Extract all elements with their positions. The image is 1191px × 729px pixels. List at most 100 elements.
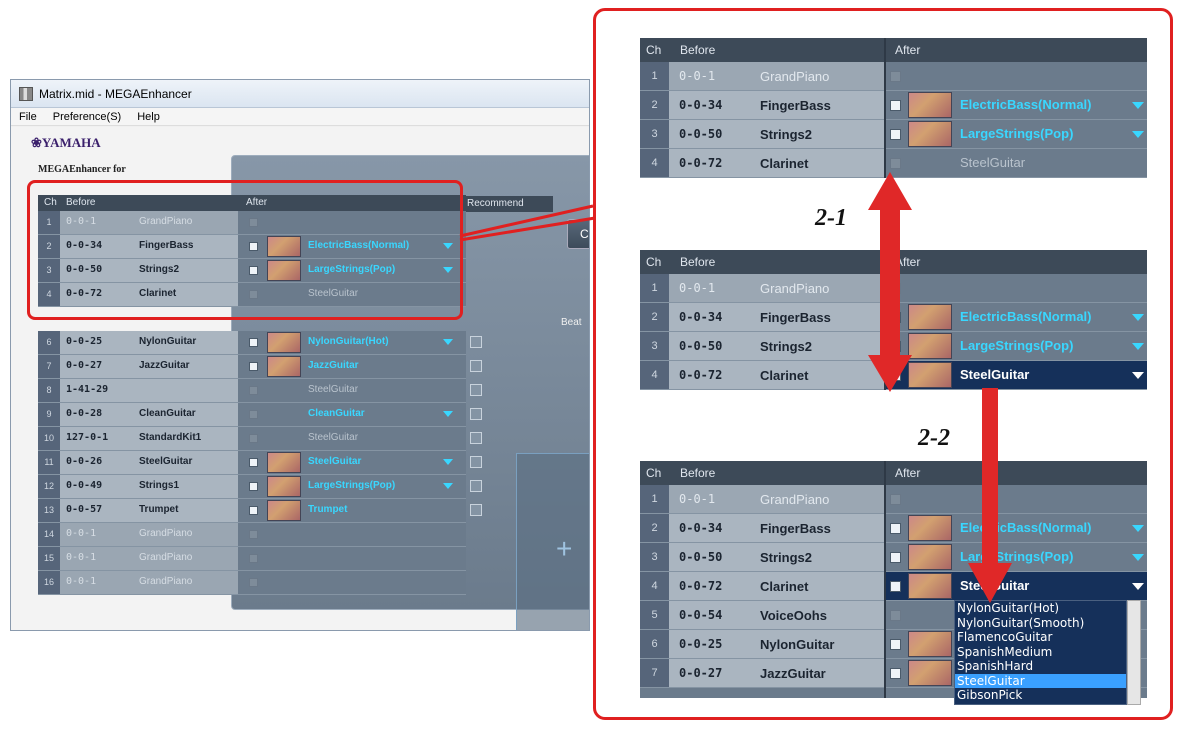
enable-checkbox[interactable] bbox=[890, 158, 901, 169]
after-voice[interactable]: SteelGuitar bbox=[308, 384, 358, 395]
enable-checkbox[interactable] bbox=[249, 362, 258, 371]
chevron-down-icon[interactable] bbox=[1132, 102, 1144, 109]
after-cell bbox=[885, 274, 1147, 302]
chevron-down-icon[interactable] bbox=[443, 411, 453, 417]
enable-checkbox[interactable] bbox=[890, 100, 901, 111]
after-voice[interactable]: Trumpet bbox=[308, 504, 347, 515]
after-voice[interactable]: LargeStrings(Pop) bbox=[308, 480, 395, 491]
enable-checkbox[interactable] bbox=[249, 434, 258, 443]
table-row[interactable]: 9 0-0-28 CleanGuitar CleanGuitar bbox=[38, 403, 482, 427]
dropdown-scrollbar[interactable] bbox=[1127, 600, 1141, 705]
program-change: 0-0-1 bbox=[679, 492, 716, 506]
enable-checkbox[interactable] bbox=[249, 410, 258, 419]
recommend-checkbox[interactable] bbox=[470, 480, 482, 492]
menu-file[interactable]: File bbox=[11, 111, 45, 123]
table-row[interactable]: 40-0-72ClarinetSteelGuitar bbox=[640, 572, 1147, 601]
instrument-thumbnail bbox=[267, 452, 301, 473]
enable-checkbox[interactable] bbox=[890, 581, 901, 592]
voice-name: Clarinet bbox=[760, 156, 809, 171]
enable-checkbox[interactable] bbox=[249, 506, 258, 515]
after-voice[interactable]: ElectricBass(Normal) bbox=[960, 97, 1092, 112]
after-voice[interactable]: LargeStrings(Pop) bbox=[960, 338, 1073, 353]
chevron-down-icon[interactable] bbox=[1132, 554, 1144, 561]
dropdown-option[interactable]: NylonGuitar(Smooth) bbox=[955, 616, 1126, 631]
enable-checkbox[interactable] bbox=[249, 554, 258, 563]
chevron-down-icon[interactable] bbox=[1132, 131, 1144, 138]
table-row[interactable]: 8 1-41-29 SteelGuitar bbox=[38, 379, 482, 403]
enable-checkbox[interactable] bbox=[890, 552, 901, 563]
table-row[interactable]: 2 0-0-34 FingerBass ElectricBass(Normal) bbox=[640, 91, 1147, 120]
after-voice[interactable]: CleanGuitar bbox=[308, 408, 365, 419]
channel-number: 16 bbox=[38, 571, 60, 594]
chevron-down-icon[interactable] bbox=[1132, 583, 1144, 590]
channel-number: 7 bbox=[640, 659, 669, 687]
recommend-checkbox[interactable] bbox=[470, 336, 482, 348]
enable-checkbox[interactable] bbox=[249, 482, 258, 491]
table-row[interactable]: 3 0-0-50 Strings2 LargeStrings(Pop) bbox=[640, 543, 1147, 572]
dropdown-option[interactable]: GibsonPick bbox=[955, 688, 1126, 703]
program-change: 0-0-57 bbox=[66, 504, 103, 515]
voice-name: VoiceOohs bbox=[760, 608, 827, 623]
table-row[interactable]: 1 0-0-1 GrandPiano bbox=[640, 62, 1147, 91]
dropdown-option[interactable]: SteelGuitar bbox=[955, 673, 1126, 688]
enable-checkbox[interactable] bbox=[890, 71, 901, 82]
chevron-down-icon[interactable] bbox=[1132, 314, 1144, 321]
enable-checkbox[interactable] bbox=[249, 386, 258, 395]
after-voice[interactable]: SteelGuitar bbox=[960, 367, 1029, 382]
chevron-down-icon[interactable] bbox=[443, 339, 453, 345]
enable-checkbox[interactable] bbox=[890, 523, 901, 534]
dropdown-option[interactable]: FlamencoGuitar bbox=[955, 630, 1126, 645]
after-voice[interactable]: LargeStrings(Pop) bbox=[960, 126, 1073, 141]
program-change: 0-0-34 bbox=[679, 521, 723, 535]
recommend-checkbox[interactable] bbox=[470, 360, 482, 372]
after-voice[interactable]: ElectricBass(Normal) bbox=[960, 309, 1092, 324]
enable-checkbox[interactable] bbox=[890, 129, 901, 140]
connector-lines bbox=[459, 204, 596, 242]
voice-dropdown-list[interactable]: NylonGuitar(Hot) NylonGuitar(Smooth) Flame… bbox=[954, 600, 1127, 705]
after-voice[interactable]: SteelGuitar bbox=[308, 432, 358, 443]
dropdown-option[interactable]: SpanishHard bbox=[955, 659, 1126, 674]
after-cell bbox=[238, 571, 466, 594]
chevron-down-icon[interactable] bbox=[443, 459, 453, 465]
chevron-down-icon[interactable] bbox=[1132, 372, 1144, 379]
table-row[interactable]: 11 0-0-26 SteelGuitar SteelGuitar bbox=[38, 451, 482, 475]
table-row[interactable]: 14 0-0-1 GrandPiano bbox=[38, 523, 466, 547]
table-row[interactable]: 15 0-0-1 GrandPiano bbox=[38, 547, 466, 571]
channel-number: 12 bbox=[38, 475, 60, 498]
table-row[interactable]: 13 0-0-57 Trumpet Trumpet bbox=[38, 499, 482, 523]
table-row[interactable]: 6 0-0-25 NylonGuitar NylonGuitar(Hot) bbox=[38, 331, 482, 355]
enable-checkbox[interactable] bbox=[249, 578, 258, 587]
enable-checkbox[interactable] bbox=[249, 338, 258, 347]
enable-checkbox[interactable] bbox=[890, 610, 901, 621]
dropdown-option[interactable]: SpanishMedium bbox=[955, 645, 1126, 660]
enable-checkbox[interactable] bbox=[249, 530, 258, 539]
recommend-checkbox[interactable] bbox=[470, 384, 482, 396]
chevron-down-icon[interactable] bbox=[443, 483, 453, 489]
after-voice[interactable]: JazzGuitar bbox=[308, 360, 359, 371]
table-row[interactable]: 12 0-0-49 Strings1 LargeStrings(Pop) bbox=[38, 475, 482, 499]
enable-checkbox[interactable] bbox=[890, 494, 901, 505]
voice-name: JazzGuitar bbox=[139, 360, 190, 371]
table-row[interactable]: 16 0-0-1 GrandPiano bbox=[38, 571, 466, 595]
menu-help[interactable]: Help bbox=[129, 111, 168, 123]
table-row[interactable]: 10 127-0-1 StandardKit1 SteelGuitar bbox=[38, 427, 482, 451]
menu-preference[interactable]: Preference(S) bbox=[45, 111, 129, 123]
recommend-checkbox[interactable] bbox=[470, 456, 482, 468]
yamaha-logo: ❀YAMAHA bbox=[31, 135, 101, 150]
recommend-checkbox[interactable] bbox=[470, 504, 482, 516]
chevron-down-icon[interactable] bbox=[1132, 343, 1144, 350]
table-row[interactable]: 2 0-0-34 FingerBass ElectricBass(Normal) bbox=[640, 514, 1147, 543]
chevron-down-icon[interactable] bbox=[1132, 525, 1144, 532]
after-voice[interactable]: SteelGuitar bbox=[960, 155, 1025, 170]
enable-checkbox[interactable] bbox=[249, 458, 258, 467]
enable-checkbox[interactable] bbox=[890, 639, 901, 650]
table-row[interactable]: 7 0-0-27 JazzGuitar JazzGuitar bbox=[38, 355, 482, 379]
after-voice[interactable]: SteelGuitar bbox=[308, 456, 361, 467]
recommend-checkbox[interactable] bbox=[470, 432, 482, 444]
recommend-checkbox[interactable] bbox=[470, 408, 482, 420]
table-row[interactable]: 1 0-0-1 GrandPiano bbox=[640, 485, 1147, 514]
after-voice[interactable]: NylonGuitar(Hot) bbox=[308, 336, 389, 347]
table-row[interactable]: 3 0-0-50 Strings2 LargeStrings(Pop) bbox=[640, 120, 1147, 149]
enable-checkbox[interactable] bbox=[890, 668, 901, 679]
zoom-header-after: After bbox=[895, 43, 921, 57]
